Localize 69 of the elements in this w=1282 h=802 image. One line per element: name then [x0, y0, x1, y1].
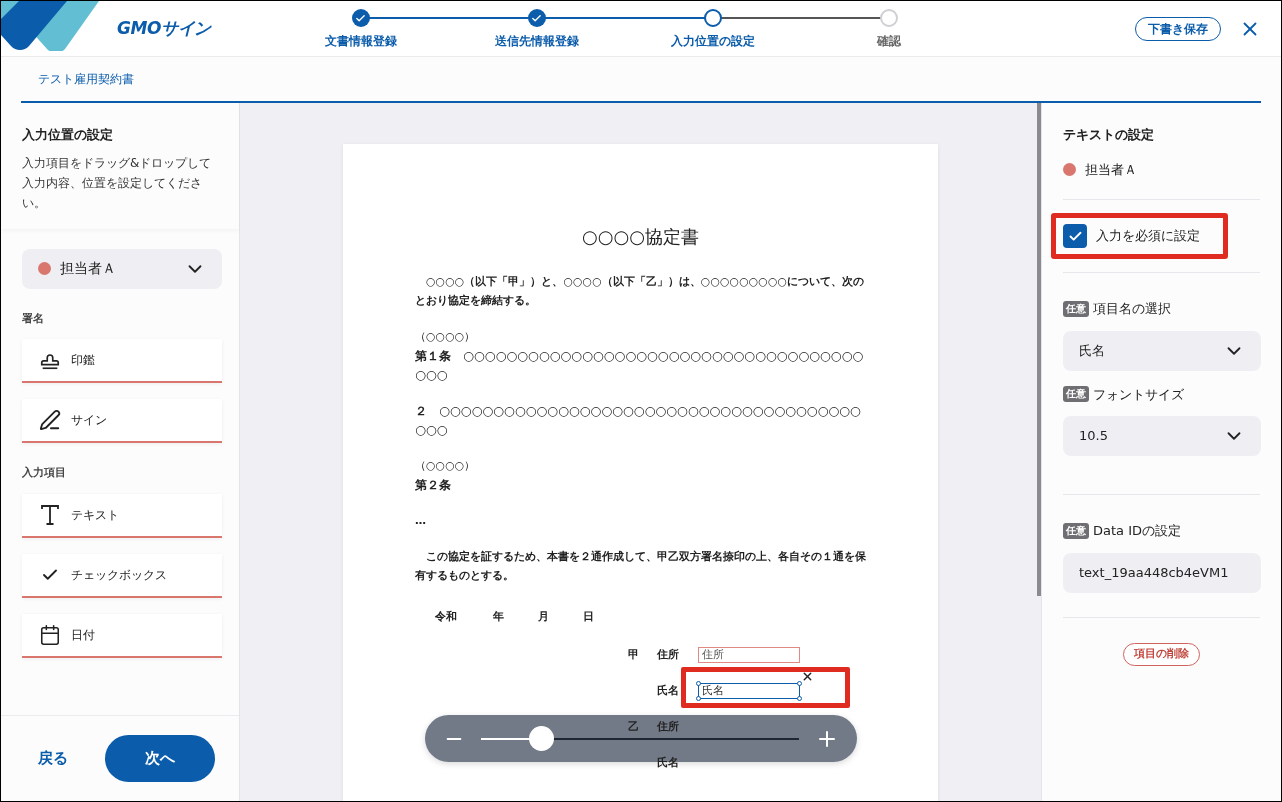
pen-icon: [39, 409, 61, 431]
date-text: 月: [538, 609, 550, 625]
date-text: 日: [583, 609, 595, 625]
document-heading: （○○○○）: [415, 329, 477, 345]
panel-title: 入力位置の設定: [22, 126, 114, 144]
field-label: Data IDの設定: [1093, 522, 1182, 540]
party-label: 乙: [628, 720, 639, 733]
resize-handle[interactable]: [696, 695, 701, 701]
field-label: 項目名の選択: [1093, 300, 1171, 318]
date-text: 年: [493, 609, 505, 625]
next-button[interactable]: 次へ: [105, 735, 215, 782]
document-paragraph: 第１条 ○○○○○○○○○○○○○○○○○○○○○○○○○○○○○○○○○○○○○○○○: [415, 347, 865, 384]
field-item-label: チェックボックス: [71, 566, 167, 584]
signer-dropdown[interactable]: 担当者Ａ: [22, 248, 222, 289]
section-label: 署名: [22, 310, 45, 327]
data-id-field[interactable]: text_19aa448cb4eVM1: [1063, 552, 1261, 593]
document-title: ○○○○協定書: [581, 226, 700, 248]
party-label: 甲: [628, 648, 639, 661]
select-field[interactable]: 10.5: [1063, 416, 1261, 456]
signature-label: 住所: [657, 719, 680, 735]
logo-mark-icon: [1, 1, 99, 51]
optional-badge: 任意: [1063, 386, 1089, 403]
document-paragraph: …: [415, 513, 427, 529]
field-item-label: 印鑑: [71, 352, 95, 369]
resize-handle[interactable]: [797, 680, 802, 686]
field-item-card[interactable]: 印鑑: [22, 339, 222, 383]
field-item-card[interactable]: テキスト: [22, 493, 222, 538]
document-paragraph: 第２条: [415, 476, 452, 494]
required-label: 入力を必須に設定: [1096, 227, 1200, 246]
signature-label: 住所: [657, 647, 680, 663]
field-item-label: テキスト: [71, 506, 119, 524]
document-heading: （○○○○）: [415, 458, 477, 474]
field-item-card[interactable]: チェックボックス: [22, 553, 222, 598]
check-icon: [355, 12, 367, 24]
logo-text: GMOサイン: [117, 17, 211, 40]
field-item-card[interactable]: 日付: [22, 613, 222, 658]
select-field[interactable]: 氏名: [1063, 330, 1261, 371]
calendar-icon: [39, 622, 61, 647]
document-paragraph: この協定を証するため、本書を２通作成して、甲乙双方署名捺印の上、各自その１通を保有するものとする。: [415, 549, 866, 584]
document-paragraph: ○○○○（以下「甲」）と、○○○○（以下「乙」）は、○○○○○○○○○について、次のとおり協定を締結する。: [415, 274, 866, 309]
step-label: 入力位置の設定: [670, 33, 755, 50]
field-label: フォントサイズ: [1093, 385, 1184, 404]
signer-name: 担当者Ａ: [1085, 160, 1137, 179]
back-link[interactable]: 戻る: [21, 747, 85, 770]
document-tab[interactable]: テスト雇用契約書: [21, 70, 151, 88]
placed-text-field[interactable]: 住所: [698, 646, 800, 663]
date-text: 令和: [435, 609, 458, 625]
required-checkbox[interactable]: [1063, 224, 1087, 248]
resize-handle[interactable]: [797, 695, 802, 701]
field-item-label: 日付: [71, 626, 95, 644]
field-item-label: サイン: [71, 412, 107, 429]
delete-item-button[interactable]: 項目の削除: [1123, 642, 1200, 666]
signature-label: 氏名: [657, 683, 680, 699]
optional-badge: 任意: [1063, 300, 1089, 317]
step-label: 送信先情報登録: [494, 33, 579, 50]
check-icon: [531, 12, 543, 24]
zoom-slider-thumb[interactable]: [529, 725, 555, 751]
optional-badge: 任意: [1063, 522, 1089, 539]
panel-description: 入力項目をドラッグ&ドロップして入力内容、位置を設定してください。: [22, 154, 213, 212]
panel-title: テキストの設定: [1063, 126, 1155, 144]
section-label: 入力項目: [22, 465, 67, 481]
step-label: 確認: [876, 33, 901, 50]
resize-handle[interactable]: [696, 680, 701, 686]
step-label: 文書情報登録: [324, 33, 397, 50]
document-paragraph: ２ ○○○○○○○○○○○○○○○○○○○○○○○○○○○○○○○○○○○○○○○○○○: [415, 402, 862, 439]
placed-text-field[interactable]: 氏名: [698, 682, 800, 699]
save-draft-button[interactable]: 下書き保存: [1135, 17, 1221, 41]
text-icon: [40, 503, 60, 526]
field-item-card[interactable]: サイン: [22, 399, 222, 443]
